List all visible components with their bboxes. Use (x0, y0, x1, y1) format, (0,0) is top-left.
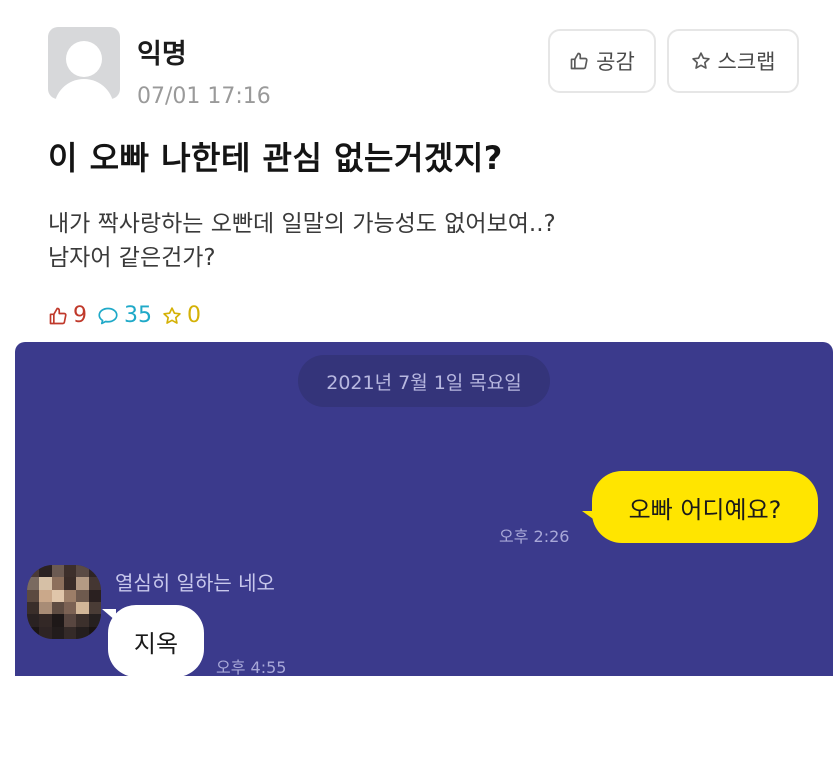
friend-avatar (27, 565, 101, 639)
scrap-count: 0 (162, 303, 201, 328)
avatar-head-shape (66, 41, 102, 77)
comment-count-value: 35 (124, 303, 152, 328)
star-icon (162, 306, 182, 326)
post-content: 내가 짝사랑하는 오빤데 일말의 가능성도 없어보여..? 남자어 같은건가? (48, 207, 556, 275)
post-content-line: 남자어 같은건가? (48, 245, 216, 271)
chat-screenshot: 2021년 7월 1일 목요일 오후 2:26 오빠 어디예요? 열심히 일하는… (15, 342, 833, 676)
post-title: 이 오빠 나한테 관심 없는거겠지? (48, 139, 503, 177)
scrap-count-value: 0 (187, 303, 201, 328)
post-page: 익명 07/01 17:16 공감 스크랩 이 오빠 나한테 관심 없는거겠지?… (0, 0, 835, 779)
post-content-line: 내가 짝사랑하는 오빤데 일말의 가능성도 없어보여..? (48, 211, 556, 237)
avatar-body-shape (54, 79, 114, 99)
like-count-value: 9 (73, 303, 87, 328)
like-count: 9 (48, 303, 87, 328)
thumbs-up-icon (48, 306, 68, 326)
like-button[interactable]: 공감 (548, 29, 656, 93)
thumbs-up-icon (569, 51, 589, 71)
like-button-label: 공감 (596, 50, 635, 74)
anonymous-avatar (48, 27, 120, 99)
star-icon (691, 51, 711, 71)
scrap-button-label: 스크랩 (717, 50, 776, 74)
friend-name: 열심히 일하는 네오 (115, 571, 275, 595)
scrap-button[interactable]: 스크랩 (667, 29, 799, 93)
incoming-message-bubble: 지옥 (102, 605, 204, 676)
comment-bubble-icon (97, 306, 119, 326)
post-stats: 9 35 0 (48, 303, 201, 328)
post-timestamp: 07/01 17:16 (137, 84, 271, 109)
chat-date-divider: 2021년 7월 1일 목요일 (298, 355, 550, 407)
author-name: 익명 (137, 39, 187, 70)
outgoing-message-bubble: 오빠 어디예요? (582, 471, 818, 543)
incoming-message-time: 오후 4:55 (216, 658, 287, 676)
outgoing-message-time: 오후 2:26 (499, 527, 570, 546)
comment-count: 35 (97, 303, 152, 328)
